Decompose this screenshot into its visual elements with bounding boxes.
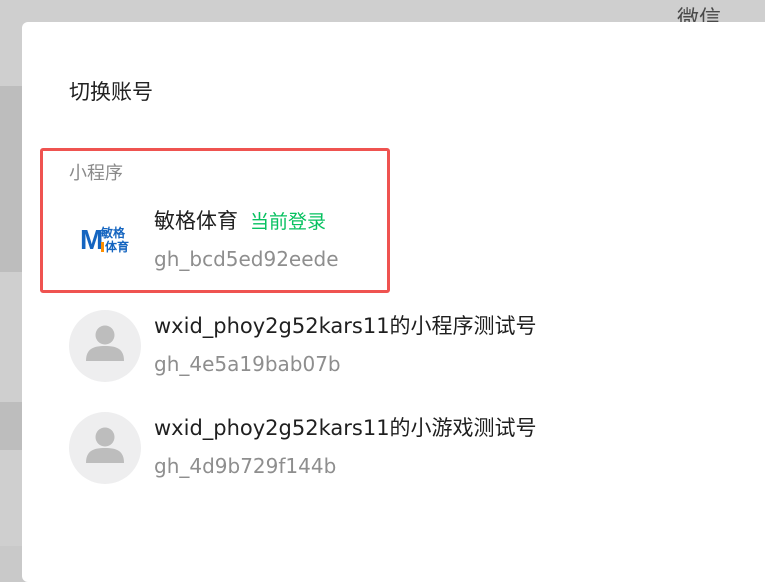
brand-logo-icon: M 敏格 体育: [69, 205, 141, 277]
logo-letter: M: [80, 224, 104, 255]
account-name: wxid_phoy2g52kars11的小游戏测试号: [154, 416, 537, 440]
background-heading: 微信: [676, 7, 721, 23]
account-id: gh_4e5a19bab07b: [154, 352, 341, 376]
account-id: gh_4d9b729f144b: [154, 454, 337, 478]
user-placeholder-icon: [69, 310, 141, 382]
logo-text-top: 敏格: [101, 226, 126, 240]
dialog-title: 切换账号: [69, 80, 153, 104]
user-placeholder-icon: [69, 412, 141, 484]
account-item[interactable]: wxid_phoy2g52kars11的小游戏测试号 gh_4d9b729f14…: [69, 412, 589, 484]
section-label-mini-program: 小程序: [69, 163, 123, 184]
background-panel: [0, 402, 22, 450]
logo-text-bottom: 体育: [101, 240, 131, 254]
account-item[interactable]: wxid_phoy2g52kars11的小程序测试号 gh_4e5a19bab0…: [69, 310, 589, 382]
account-name: wxid_phoy2g52kars11的小程序测试号: [154, 314, 537, 338]
switch-account-dialog: 切换账号 小程序 M 敏格 体育 敏格体育 当前登录 gh_bcd5ed92eed…: [22, 22, 765, 582]
background-panel: [0, 86, 22, 272]
current-login-badge: 当前登录: [250, 211, 327, 233]
account-name: 敏格体育: [154, 209, 238, 233]
logo-text: 敏格 体育: [101, 226, 131, 254]
account-id: gh_bcd5ed92eede: [154, 247, 339, 271]
account-name-line: 敏格体育 当前登录: [154, 207, 326, 236]
account-item-current[interactable]: M 敏格 体育 敏格体育 当前登录 gh_bcd5ed92eede: [69, 205, 589, 277]
